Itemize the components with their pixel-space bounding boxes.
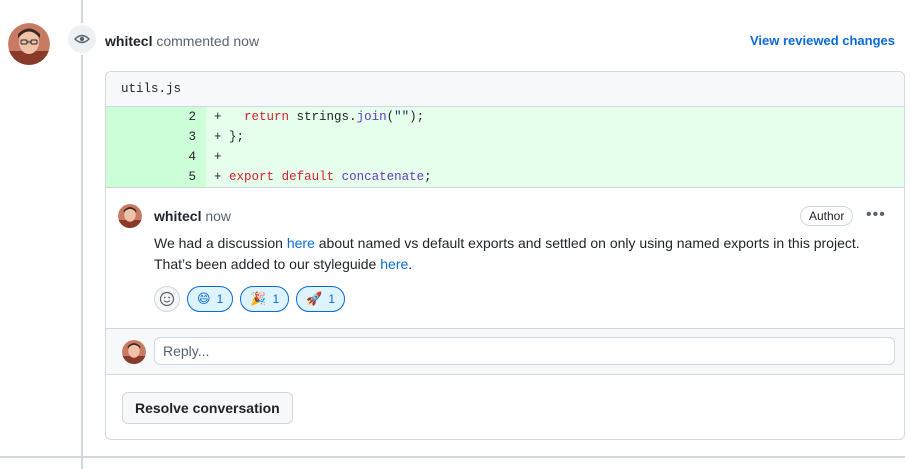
code-token: }; bbox=[221, 130, 245, 144]
diff-hunk: 2 + return strings.join(""); 3 + }; 4 +5 + exp… bbox=[106, 107, 904, 188]
code-token: ; bbox=[424, 170, 432, 184]
line-number[interactable]: 3 bbox=[106, 127, 206, 147]
reaction-count: 1 bbox=[216, 292, 224, 306]
line-number[interactable]: 4 bbox=[106, 147, 206, 167]
code-token: export bbox=[229, 170, 275, 184]
diff-line[interactable]: 3 + }; bbox=[106, 127, 904, 147]
reaction-emoji: 🎉 bbox=[250, 291, 267, 307]
reply-row bbox=[106, 329, 904, 375]
comment-author[interactable]: whitecl bbox=[154, 208, 201, 224]
comment-meta: whitecl now bbox=[154, 208, 231, 224]
diff-prefix: + bbox=[214, 150, 222, 164]
line-code: + export default concatenate; bbox=[206, 167, 904, 187]
add-reaction-button[interactable] bbox=[154, 286, 180, 312]
timeline-divider bbox=[0, 456, 905, 458]
line-code: + bbox=[206, 147, 904, 167]
view-reviewed-changes-link[interactable]: View reviewed changes bbox=[750, 33, 895, 48]
code-token: ( bbox=[386, 110, 395, 124]
comment-body: We had a discussion here about named vs … bbox=[154, 233, 894, 275]
discussion-link[interactable]: here bbox=[287, 235, 315, 251]
code-token: return bbox=[244, 110, 290, 124]
diff-line[interactable]: 2 + return strings.join(""); bbox=[106, 107, 904, 127]
code-token: strings. bbox=[289, 110, 357, 124]
user-avatar[interactable] bbox=[8, 23, 50, 65]
code-token: ); bbox=[409, 110, 425, 124]
line-code: + }; bbox=[206, 127, 904, 147]
reaction-count: 1 bbox=[328, 292, 335, 306]
diff-prefix: + bbox=[214, 170, 222, 184]
smile-reaction[interactable]: 😄 1 bbox=[187, 286, 234, 312]
code-token: default bbox=[281, 170, 335, 184]
rocket-reaction[interactable]: 🚀 1 bbox=[296, 286, 345, 312]
comment-text: We had a discussion bbox=[154, 235, 287, 251]
reply-avatar bbox=[122, 340, 146, 364]
reactions: 😄 1 🎉 1 🚀 1 bbox=[154, 286, 345, 312]
eye-icon bbox=[66, 23, 98, 55]
timeline-line bbox=[81, 0, 83, 469]
review-thread: utils.js 2 + return strings.join(""); 3 + }… bbox=[105, 71, 905, 440]
author-badge: Author bbox=[800, 206, 854, 226]
diff-line[interactable]: 4 + bbox=[106, 147, 904, 167]
review-author[interactable]: whitecl bbox=[105, 33, 152, 49]
reaction-emoji: 🚀 bbox=[306, 291, 323, 307]
review-header: whitecl commented now bbox=[105, 33, 259, 49]
code-token: concatenate bbox=[341, 170, 425, 184]
diff-prefix: + bbox=[214, 110, 222, 124]
comment-avatar[interactable] bbox=[118, 204, 142, 228]
diff-prefix: + bbox=[214, 130, 222, 144]
reaction-count: 1 bbox=[272, 292, 280, 306]
line-code: + return strings.join(""); bbox=[206, 107, 904, 127]
comment: whitecl now We had a discussion here abo… bbox=[106, 188, 904, 329]
file-name[interactable]: utils.js bbox=[106, 72, 904, 107]
reply-input[interactable] bbox=[154, 337, 895, 365]
smiley-icon bbox=[159, 291, 175, 307]
comment-text: . bbox=[408, 256, 413, 272]
comment-time[interactable]: now bbox=[205, 208, 231, 224]
tada-reaction[interactable]: 🎉 1 bbox=[240, 286, 290, 312]
reaction-emoji: 😄 bbox=[197, 291, 211, 307]
diff-line[interactable]: 5 + export default concatenate; bbox=[106, 167, 904, 187]
line-number[interactable]: 2 bbox=[106, 107, 206, 127]
more-options-icon[interactable]: ••• bbox=[866, 206, 886, 224]
styleguide-link[interactable]: here bbox=[380, 256, 408, 272]
resolve-conversation-button[interactable]: Resolve conversation bbox=[122, 392, 293, 424]
code-token: "" bbox=[394, 110, 410, 124]
code-token: join bbox=[356, 110, 387, 124]
line-number[interactable]: 5 bbox=[106, 167, 206, 187]
review-action: commented now bbox=[156, 33, 260, 49]
